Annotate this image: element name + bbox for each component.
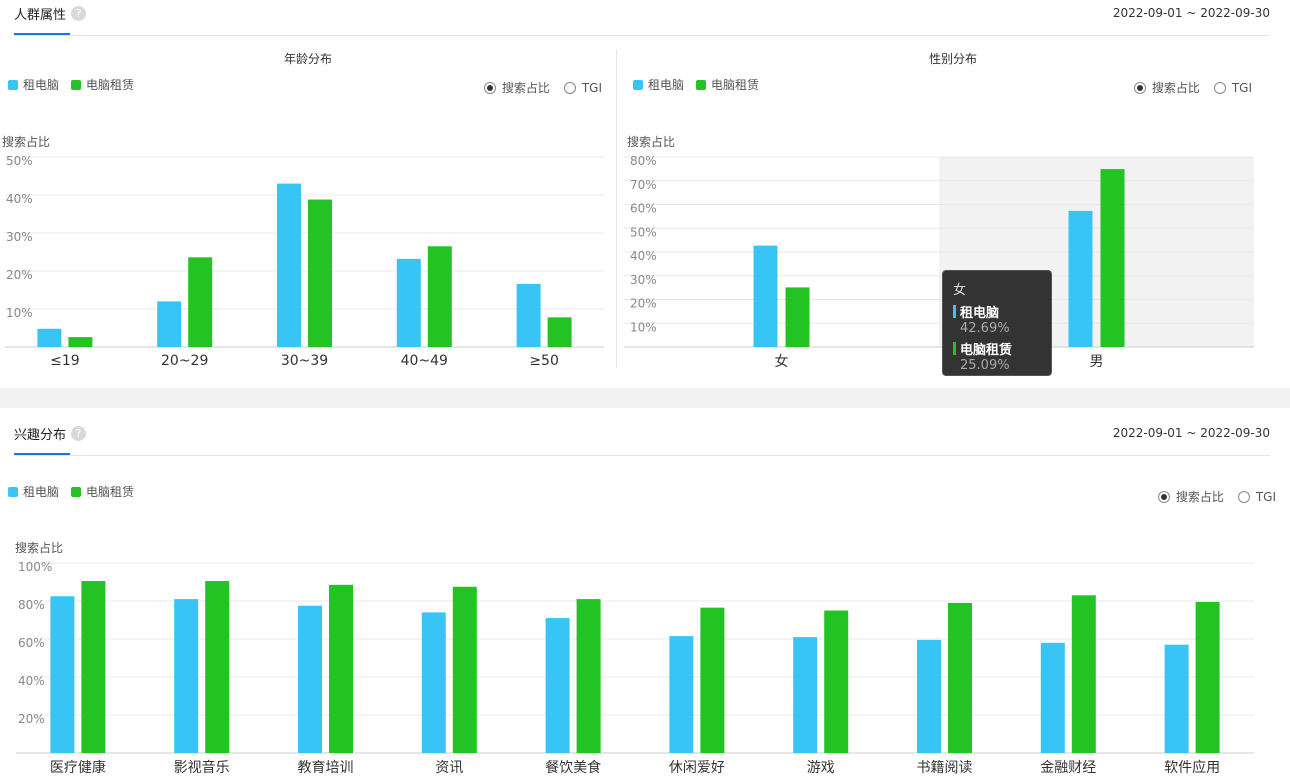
interest-bar-chart: 20% 40% 60% 80% 100% 医疗健康 影视音乐 教育培训 资讯 餐饮美食 休闲爱好 游戏… [16,560,1254,776]
bar [545,618,570,753]
y-tick-label: 30% [630,273,657,287]
bar [576,599,601,753]
crowd-attributes-section: 人群属性 ? 2022-09-01 ~ 2022-09-30 年龄分布 租电脑 … [0,0,1290,388]
bar [81,581,106,753]
bar [669,636,694,753]
bar [547,317,572,347]
x-tick-label: ≤19 [50,353,80,369]
bar [205,581,230,753]
tooltip-series-value: 42.69% [960,321,1010,336]
bar [298,605,322,753]
x-tick-label: 20~29 [161,353,208,369]
x-tick-label: 金融财经 [1040,760,1096,776]
y-tick-label: 50% [6,154,33,168]
bar [452,586,477,753]
bar [329,584,353,753]
bar [50,596,75,753]
x-tick-label: 餐饮美食 [545,759,601,776]
bar [516,283,541,347]
bar [793,637,818,753]
x-tick-label: 教育培训 [298,760,354,776]
y-tick-label: 10% [630,320,657,334]
y-tick-label: 100% [18,560,52,574]
y-tick-label: 80% [18,598,45,612]
bar [421,612,446,753]
bar [1071,595,1096,753]
y-tick-label: 20% [630,297,657,311]
age-bar-chart: 10% 20% 30% 40% 50% ≤19 20~29 30~39 40~49 ≥50 [5,154,604,369]
tooltip-series-marker [953,305,956,318]
bar [1195,601,1220,753]
x-tick-label: 书籍阅读 [917,759,973,776]
x-tick-label: 男 [1090,354,1104,370]
x-tick-label: 医疗健康 [50,759,106,776]
x-tick-label: ≥50 [529,353,559,369]
bar [427,246,452,347]
bar [37,328,62,347]
tooltip-series-marker [953,342,956,355]
x-tick-label: 女 [775,353,789,370]
bar [824,610,849,753]
tooltip-series-label: 电脑租赁 [960,343,1013,358]
interest-distribution-section: 兴趣分布 ? 2022-09-01 ~ 2022-09-30 租电脑 电脑租赁 … [0,408,1290,776]
x-tick-label: 40~49 [401,353,448,369]
bar [174,599,199,753]
y-tick-label: 40% [630,249,657,263]
x-tick-label: 休闲爱好 [669,760,725,776]
bar [157,301,182,347]
bar [785,287,810,347]
y-tick-label: 40% [18,674,45,688]
x-tick-label: 资讯 [435,760,463,776]
y-tick-label: 80% [630,154,657,168]
tooltip-title: 女 [953,283,967,298]
bar [1164,644,1189,753]
bar [1100,169,1125,347]
bar [277,183,301,347]
bar [396,258,421,347]
bar [700,607,725,753]
tooltip-series-2: 电脑租赁 [953,339,1041,358]
tooltip-series-1: 租电脑 [953,302,1041,321]
bar [753,245,778,347]
x-tick-label: 影视音乐 [174,759,230,776]
x-tick-label: 30~39 [281,353,328,369]
y-tick-label: 30% [6,230,33,244]
bar [948,602,972,753]
x-tick-label: 软件应用 [1164,759,1220,776]
tooltip-series-label: 租电脑 [960,306,1000,321]
y-tick-label: 60% [18,636,45,650]
section-gap [0,388,1290,408]
y-tick-label: 40% [6,192,33,206]
bar [308,199,332,347]
y-tick-label: 20% [18,712,45,726]
bar [917,639,941,753]
y-tick-label: 60% [630,202,657,216]
y-tick-label: 20% [6,268,33,282]
bar [1068,210,1093,347]
y-tick-label: 50% [630,225,657,239]
bar [188,257,213,347]
y-tick-label: 10% [6,306,33,320]
tooltip-series-value: 25.09% [960,358,1010,373]
chart-tooltip: 女 租电脑 42.69% 电脑租赁 25.09% [942,270,1052,376]
x-tick-label: 游戏 [807,760,835,776]
y-tick-label: 70% [630,178,657,192]
bar [68,337,93,347]
bar [1040,642,1065,753]
